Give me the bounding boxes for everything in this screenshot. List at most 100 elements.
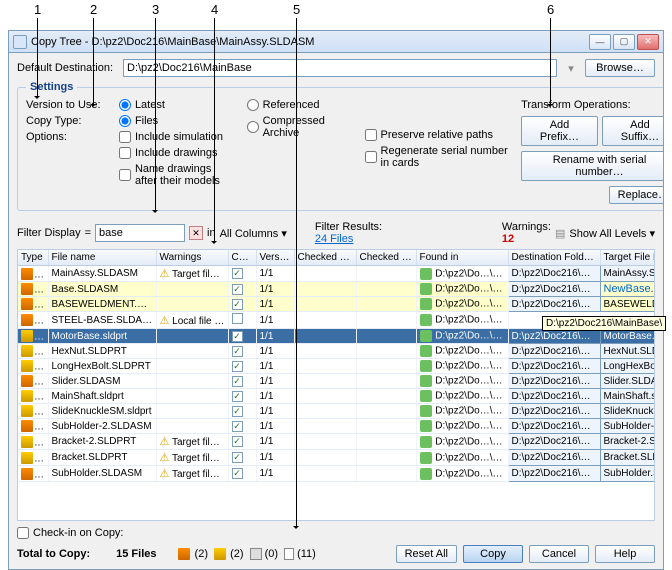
file-type-icon <box>21 375 33 387</box>
cell: Bracket.SLDPRT <box>600 450 655 466</box>
column-header[interactable]: Checked out by <box>294 250 356 266</box>
copy-checkbox[interactable]: ✓ <box>232 268 243 279</box>
cell <box>156 419 228 434</box>
table-row[interactable]: Base.SLDASM✓1/1 D:\pz2\Do…\MainBaseD:\pz… <box>18 282 655 297</box>
cell: ⚠ Target file alre… <box>156 434 228 450</box>
compressed-radio[interactable] <box>247 121 259 133</box>
close-button[interactable]: ✕ <box>637 34 659 50</box>
files-radio[interactable] <box>119 115 131 127</box>
copy-checkbox[interactable]: ✓ <box>232 299 243 310</box>
column-header[interactable]: Destination Folder Path <box>508 250 600 266</box>
copy-button[interactable]: Copy <box>463 545 523 563</box>
column-header[interactable]: File name <box>48 250 156 266</box>
replace-button[interactable]: Replace… <box>609 186 663 204</box>
browse-button[interactable]: Browse… <box>585 59 655 77</box>
cell: MainShaft.sldprt <box>48 389 156 404</box>
cell <box>294 359 356 374</box>
include-sim-check[interactable] <box>119 131 131 143</box>
copy-checkbox[interactable]: ✓ <box>232 346 243 357</box>
checkin-on-copy-check[interactable] <box>17 527 29 539</box>
add-prefix-button[interactable]: Add Prefix… <box>521 116 598 146</box>
copy-checkbox[interactable]: ✓ <box>232 452 243 463</box>
maximize-button[interactable]: ▢ <box>613 34 635 50</box>
copy-tree-window: Copy Tree - D:\pz2\Doc216\MainBase\MainA… <box>8 30 664 570</box>
cell <box>294 329 356 344</box>
copy-checkbox[interactable]: ✓ <box>232 284 243 295</box>
copy-checkbox[interactable]: ✓ <box>232 361 243 372</box>
cell: D:\pz2\Do…\MainBase <box>416 297 508 312</box>
show-all-levels-dropdown[interactable]: Show All Levels ▾ <box>569 227 655 240</box>
latest-radio[interactable] <box>119 99 131 111</box>
dropdown-icon[interactable]: ▾ <box>563 62 579 75</box>
all-columns-dropdown[interactable]: All Columns ▾ <box>220 227 287 240</box>
asm-icon <box>178 548 190 560</box>
help-button[interactable]: Help <box>595 545 655 563</box>
copy-checkbox[interactable] <box>232 313 243 324</box>
cancel-button[interactable]: Cancel <box>529 545 589 563</box>
table-row[interactable]: SubHolder-2.SLDASM✓1/1 D:\pz2\Do…\MainBa… <box>18 419 655 434</box>
filter-results-link[interactable]: 24 Files <box>315 233 354 245</box>
minimize-button[interactable]: — <box>589 34 611 50</box>
column-header[interactable]: Warnings <box>156 250 228 266</box>
settings-group: Settings Version to Use: Copy Type: Opti… <box>17 81 663 211</box>
cell <box>356 419 416 434</box>
other-icon <box>284 548 294 560</box>
table-row[interactable]: SubHolder.SLDASM⚠ Target file alre…✓1/1 … <box>18 466 655 482</box>
file-type-icon <box>21 436 33 448</box>
table-row[interactable]: LongHexBolt.SLDPRT✓1/1 D:\pz2\Do…\MainBa… <box>18 359 655 374</box>
table-row[interactable]: SlideKnuckleSM.sldprt✓1/1 D:\pz2\Do…\Mai… <box>18 404 655 419</box>
folder-icon <box>420 375 432 387</box>
table-row[interactable]: Bracket-2.SLDPRT⚠ Target file alre…✓1/1 … <box>18 434 655 450</box>
preserve-check[interactable] <box>365 129 377 141</box>
column-header[interactable]: Target File Name <box>600 250 655 266</box>
cell <box>356 282 416 297</box>
copy-checkbox[interactable]: ✓ <box>232 331 243 342</box>
referenced-radio[interactable] <box>247 99 259 111</box>
include-drw-check[interactable] <box>119 147 131 159</box>
copy-checkbox[interactable]: ✓ <box>232 421 243 432</box>
cell <box>294 312 356 329</box>
table-row[interactable]: Slider.SLDASM✓1/1 D:\pz2\Do…\MainBaseD:\… <box>18 374 655 389</box>
table-row[interactable]: Bracket.SLDPRT⚠ Target file alre…✓1/1 D:… <box>18 450 655 466</box>
clear-filter-icon[interactable]: ✕ <box>189 226 203 240</box>
folder-icon <box>420 468 432 480</box>
copy-checkbox[interactable]: ✓ <box>232 406 243 417</box>
default-destination-input[interactable] <box>123 59 557 77</box>
copy-checkbox[interactable]: ✓ <box>232 436 243 447</box>
cell <box>18 450 48 466</box>
column-header[interactable]: Checked out in <box>356 250 416 266</box>
add-suffix-button[interactable]: Add Suffix… <box>602 116 663 146</box>
copy-checkbox[interactable]: ✓ <box>232 391 243 402</box>
table-row[interactable]: MainAssy.SLDASM⚠ Target file alre…✓1/1 D… <box>18 266 655 282</box>
copy-checkbox[interactable]: ✓ <box>232 468 243 479</box>
column-header[interactable]: Found in <box>416 250 508 266</box>
cell: ⚠ Local file will … <box>156 312 228 329</box>
name-drw-check[interactable] <box>119 169 131 181</box>
cell <box>294 450 356 466</box>
callout-4: 4 <box>211 2 218 17</box>
cell: 1/1 <box>256 466 294 482</box>
table-row[interactable]: HexNut.SLDPRT✓1/1 D:\pz2\Do…\MainBaseD:\… <box>18 344 655 359</box>
cell: ✓ <box>228 404 256 419</box>
rename-serial-button[interactable]: Rename with serial number… <box>521 151 663 181</box>
column-header[interactable]: Copy <box>228 250 256 266</box>
cell: 1/1 <box>256 282 294 297</box>
cell <box>156 404 228 419</box>
cell <box>228 312 256 329</box>
regen-check[interactable] <box>365 151 377 163</box>
folder-icon <box>420 314 432 326</box>
table-row[interactable]: MainShaft.sldprt✓1/1 D:\pz2\Do…\MainBase… <box>18 389 655 404</box>
copy-checkbox[interactable]: ✓ <box>232 376 243 387</box>
column-header[interactable]: Type <box>18 250 48 266</box>
cell <box>156 282 228 297</box>
options-label: Options: <box>26 131 107 143</box>
folder-icon <box>420 298 432 310</box>
table-row[interactable]: BASEWELDMENT.SL…✓1/1 D:\pz2\Do…\MainBase… <box>18 297 655 312</box>
window-title: Copy Tree - D:\pz2\Doc216\MainBase\MainA… <box>31 36 589 48</box>
cell: ⚠ Target file alre… <box>156 266 228 282</box>
reset-all-button[interactable]: Reset All <box>396 545 457 563</box>
column-header[interactable]: Version <box>256 250 294 266</box>
cell <box>356 389 416 404</box>
filter-input[interactable] <box>95 224 185 242</box>
folder-icon <box>420 420 432 432</box>
